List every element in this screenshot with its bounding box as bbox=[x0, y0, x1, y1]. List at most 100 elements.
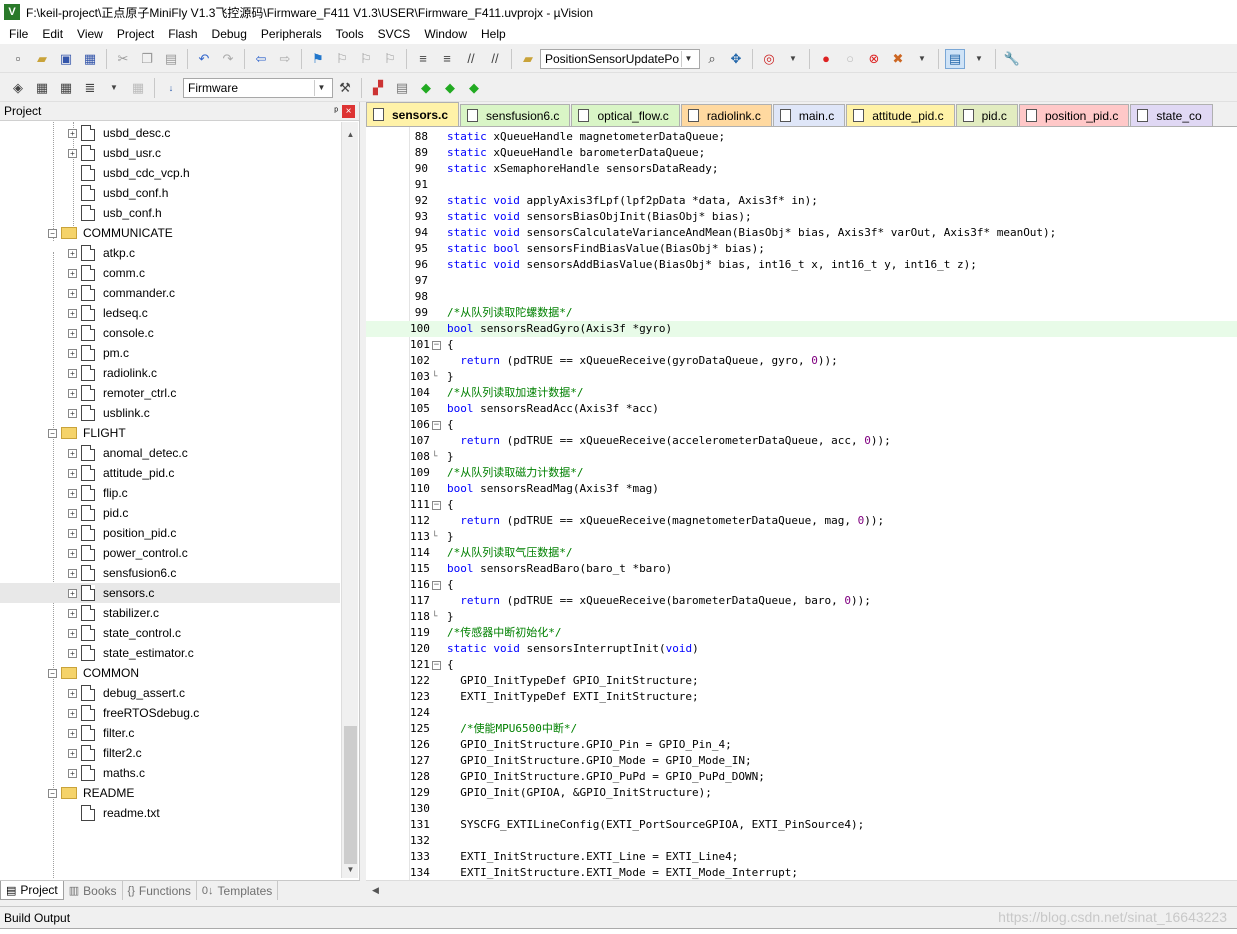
navigate-forward-icon[interactable]: ⇨ bbox=[275, 49, 295, 69]
fold-collapse-icon[interactable]: − bbox=[432, 421, 441, 430]
tree-item-sensfusion6[interactable]: + sensfusion6.c bbox=[68, 563, 176, 583]
code-line[interactable]: 108 └} bbox=[366, 449, 1237, 465]
paste-icon[interactable]: ▤ bbox=[161, 49, 181, 69]
tree-item-commander[interactable]: + commander.c bbox=[68, 283, 175, 303]
code-line[interactable]: 131 SYSCFG_EXTILineConfig(EXTI_PortSourc… bbox=[366, 817, 1237, 833]
collapse-icon[interactable]: − bbox=[48, 228, 57, 238]
new-file-icon[interactable]: ▫ bbox=[8, 49, 28, 69]
expand-icon[interactable]: + bbox=[68, 388, 77, 398]
tree-item-maths[interactable]: + maths.c bbox=[68, 763, 145, 783]
kill-breakpoints-icon[interactable]: ✖ bbox=[888, 49, 908, 69]
code-line[interactable]: 125 /*使能MPU6500中断*/ bbox=[366, 721, 1237, 737]
expand-icon[interactable]: + bbox=[68, 688, 77, 698]
code-line[interactable]: 127 GPIO_InitStructure.GPIO_Mode = GPIO_… bbox=[366, 753, 1237, 769]
file-tab[interactable]: sensfusion6.c bbox=[460, 104, 571, 126]
tree-item-position-pid[interactable]: + position_pid.c bbox=[68, 523, 176, 543]
tree-item-pm[interactable]: + pm.c bbox=[68, 343, 129, 363]
code-line[interactable]: 116−{ bbox=[366, 577, 1237, 593]
find-in-files-icon[interactable]: ▰ bbox=[518, 49, 538, 69]
next-bookmark-icon[interactable]: ⚐ bbox=[356, 49, 376, 69]
expand-icon[interactable]: + bbox=[68, 648, 77, 658]
download-load-icon[interactable]: ↓ bbox=[161, 78, 181, 98]
tree-item-state-estimator[interactable]: + state_estimator.c bbox=[68, 643, 194, 663]
expand-icon[interactable]: + bbox=[68, 248, 77, 258]
file-tab[interactable]: main.c bbox=[772, 104, 846, 126]
file-tab[interactable]: optical_flow.c bbox=[571, 104, 680, 126]
code-line[interactable]: 126 GPIO_InitStructure.GPIO_Pin = GPIO_P… bbox=[366, 737, 1237, 753]
collapse-icon[interactable]: − bbox=[48, 788, 57, 798]
code-line[interactable]: 121−{ bbox=[366, 657, 1237, 673]
file-tab[interactable]: attitude_pid.c bbox=[846, 104, 955, 126]
menu-file[interactable]: File bbox=[2, 24, 35, 44]
tree-item-power-control[interactable]: + power_control.c bbox=[68, 543, 188, 563]
collapse-icon[interactable]: − bbox=[48, 668, 57, 678]
fold-collapse-icon[interactable]: − bbox=[432, 501, 441, 510]
comment-icon[interactable]: // bbox=[461, 49, 481, 69]
file-tab[interactable]: state_co bbox=[1130, 104, 1213, 126]
scroll-left-arrow-icon[interactable]: ◀ bbox=[372, 885, 379, 896]
tree-item-stabilizer[interactable]: + stabilizer.c bbox=[68, 603, 159, 623]
tree-item-readme-txt[interactable]: readme.txt bbox=[68, 803, 160, 823]
dropdown-arrow-icon[interactable]: ▼ bbox=[104, 78, 124, 98]
menu-flash[interactable]: Flash bbox=[161, 24, 204, 44]
build-output-content[interactable] bbox=[0, 928, 1237, 934]
code-line[interactable]: 90 static xSemaphoreHandle sensorsDataRea… bbox=[366, 161, 1237, 177]
batch-build-icon[interactable]: ≣ bbox=[80, 78, 100, 98]
tab-project[interactable]: ▤ Project bbox=[0, 881, 64, 900]
code-line[interactable]: 95 static bool sensorsFindBiasValue(BiasO… bbox=[366, 241, 1237, 257]
chevron-down-icon[interactable]: ▼ bbox=[314, 79, 328, 96]
tree-item-filter2[interactable]: + filter2.c bbox=[68, 743, 142, 763]
code-line[interactable]: 104 /*从队列读取加速计数据*/ bbox=[366, 385, 1237, 401]
tree-item-usbd-desc[interactable]: + usbd_desc.c bbox=[68, 123, 170, 143]
menu-tools[interactable]: Tools bbox=[329, 24, 371, 44]
chevron-down-icon[interactable]: ▼ bbox=[681, 50, 695, 67]
tree-item-usbd-cdc-vcp[interactable]: usbd_cdc_vcp.h bbox=[68, 163, 190, 183]
tree-item-debug-assert[interactable]: + debug_assert.c bbox=[68, 683, 185, 703]
dropdown-arrow-icon[interactable]: ▼ bbox=[969, 49, 989, 69]
tab-books[interactable]: ▥ Books bbox=[64, 881, 123, 900]
fold-collapse-icon[interactable]: − bbox=[432, 341, 441, 350]
configure-wrench-icon[interactable]: 🔧 bbox=[1002, 49, 1022, 69]
menu-view[interactable]: View bbox=[70, 24, 110, 44]
file-tab[interactable]: pid.c bbox=[955, 104, 1018, 126]
code-line[interactable]: 118 └} bbox=[366, 609, 1237, 625]
expand-icon[interactable]: + bbox=[68, 768, 77, 778]
tree-item-usb-conf[interactable]: usb_conf.h bbox=[68, 203, 162, 223]
expand-icon[interactable]: + bbox=[68, 288, 77, 298]
tree-group-communicate[interactable]: − COMMUNICATE bbox=[48, 223, 173, 243]
menu-project[interactable]: Project bbox=[110, 24, 161, 44]
scroll-up-arrow-icon[interactable]: ▲ bbox=[342, 126, 359, 143]
expand-icon[interactable]: + bbox=[68, 568, 77, 578]
translate-icon[interactable]: ◈ bbox=[8, 78, 28, 98]
expand-icon[interactable]: + bbox=[68, 508, 77, 518]
expand-icon[interactable]: + bbox=[68, 148, 77, 158]
expand-icon[interactable]: + bbox=[68, 628, 77, 638]
target-select[interactable]: Firmware ▼ bbox=[183, 77, 333, 98]
file-tab[interactable]: sensors.c bbox=[366, 102, 460, 126]
menu-svcs[interactable]: SVCS bbox=[371, 24, 418, 44]
tree-item-usbd-conf[interactable]: usbd_conf.h bbox=[68, 183, 168, 203]
code-line[interactable]: 102 return (pdTRUE == xQueueReceive(gyro… bbox=[366, 353, 1237, 369]
build-icon[interactable]: ▦ bbox=[32, 78, 52, 98]
expand-icon[interactable]: + bbox=[68, 448, 77, 458]
tree-item-radiolink[interactable]: + radiolink.c bbox=[68, 363, 157, 383]
file-tab[interactable]: position_pid.c bbox=[1018, 104, 1130, 126]
close-icon[interactable]: × bbox=[342, 104, 355, 118]
manage-project-items-icon[interactable]: ▞ bbox=[368, 78, 388, 98]
indent-icon[interactable]: ≡ bbox=[413, 49, 433, 69]
horizontal-scrollbar[interactable]: ◀ bbox=[366, 880, 1237, 900]
code-line[interactable]: 93 static void sensorsBiasObjInit(BiasObj… bbox=[366, 209, 1237, 225]
expand-icon[interactable]: + bbox=[68, 488, 77, 498]
code-line[interactable]: 100 bool sensorsReadGyro(Axis3f *gyro) bbox=[366, 321, 1237, 337]
expand-icon[interactable]: + bbox=[68, 328, 77, 338]
tree-group-common[interactable]: − COMMON bbox=[48, 663, 139, 683]
clear-bookmarks-icon[interactable]: ⚐ bbox=[380, 49, 400, 69]
code-area[interactable]: 88 static xQueueHandle magnetometerDataQu… bbox=[366, 126, 1237, 880]
tree-group-readme[interactable]: − README bbox=[48, 783, 134, 803]
tree-item-filter[interactable]: + filter.c bbox=[68, 723, 134, 743]
menu-debug[interactable]: Debug bbox=[205, 24, 254, 44]
cut-icon[interactable]: ✂ bbox=[113, 49, 133, 69]
tree-item-console[interactable]: + console.c bbox=[68, 323, 154, 343]
code-line[interactable]: 106−{ bbox=[366, 417, 1237, 433]
code-line[interactable]: 119 /*传感器中断初始化*/ bbox=[366, 625, 1237, 641]
